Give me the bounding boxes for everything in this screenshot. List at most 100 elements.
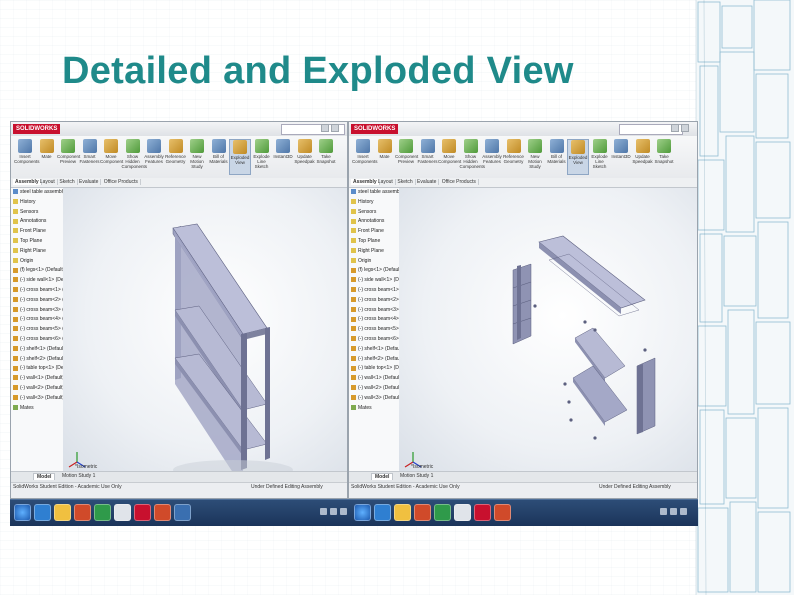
ribbon-button[interactable]: Instant3D [610,139,632,159]
ribbon-button[interactable]: Explode Line Sketch [589,139,611,169]
ribbon-button[interactable]: Component Preview [57,139,80,164]
maximize-button[interactable] [681,124,689,132]
tree-item[interactable]: (-) cross beam<1> (Def) [11,286,63,296]
ribbon-button[interactable]: Assembly Features [481,139,503,164]
ribbon-button[interactable]: Bill of Materials [208,139,230,164]
tree-item[interactable]: Sensors [349,208,399,218]
tray-icon[interactable] [340,508,347,515]
start-button-icon[interactable] [354,504,371,521]
tree-item[interactable]: (-) wall<1> (Default) [349,374,399,384]
ribbon-button[interactable]: Insert Components [352,139,378,164]
app-icon[interactable] [174,504,191,521]
app-icon[interactable] [154,504,171,521]
tray-icon[interactable] [660,508,667,515]
ribbon-button[interactable]: Take Snapshot [315,139,337,164]
start-button-icon[interactable] [14,504,31,521]
ribbon-button[interactable]: Update Speedpak [632,139,654,164]
ribbon-button[interactable]: New Motion Study [524,139,546,169]
tray-icon[interactable] [330,508,337,515]
ribbon-button[interactable]: Move Component [438,139,461,164]
tree-item[interactable]: Origin [11,257,63,267]
ribbon-button[interactable]: Insert Components [14,139,40,164]
tree-item[interactable]: Front Plane [349,227,399,237]
app-icon[interactable] [94,504,111,521]
tree-item[interactable]: (-) cross beam<3> (Def) [349,306,399,316]
solidworks-taskbar-icon[interactable] [134,504,151,521]
ribbon-button[interactable]: Show Hidden Components [122,139,147,169]
app-icon[interactable] [454,504,471,521]
tree-item[interactable]: Origin [349,257,399,267]
tree-item[interactable]: (-) cross beam<6> (Def) [349,335,399,345]
tree-item[interactable]: (-) cross beam<3> (Def) [11,306,63,316]
tree-item[interactable]: (-) cross beam<2> (Def) [349,296,399,306]
tree-item[interactable]: Top Plane [349,237,399,247]
tree-item[interactable]: (-) cross beam<4> (Def) [349,315,399,325]
ribbon-button[interactable]: Mate [374,139,396,159]
tree-item[interactable]: (-) shelf<1> (Default) [349,345,399,355]
ribbon-button[interactable]: Exploded View [567,139,589,175]
command-tab[interactable]: Office Products [440,179,479,185]
ribbon-button[interactable]: Bill of Materials [546,139,568,164]
tree-item[interactable]: Top Plane [11,237,63,247]
command-tab[interactable]: Layout [376,179,396,185]
browser-icon[interactable] [374,504,391,521]
tray-icon[interactable] [670,508,677,515]
ribbon-button[interactable]: Exploded View [229,139,251,175]
ribbon-button[interactable]: New Motion Study [186,139,208,169]
app-icon[interactable] [414,504,431,521]
tree-item[interactable]: (-) table top<1> (Def) [349,364,399,374]
ribbon-button[interactable]: Assembly Features [143,139,165,164]
tree-item[interactable]: (-) wall<2> (Default) [11,384,63,394]
command-tab[interactable]: Evaluate [415,179,440,185]
tree-item[interactable]: (-) side wall<1> (Def) [11,276,63,286]
graphics-area[interactable]: *Isometric [63,188,347,472]
app-icon[interactable] [494,504,511,521]
ribbon-button[interactable]: Smart Fasteners [79,139,101,164]
command-tab[interactable]: Sketch [395,179,416,185]
tree-item[interactable]: Right Plane [11,247,63,257]
graphics-area[interactable]: *Isometric [399,188,697,472]
tree-item[interactable]: (-) shelf<2> (Default) [349,355,399,365]
tree-item[interactable]: Annotations [349,217,399,227]
tree-item[interactable]: Front Plane [11,227,63,237]
tab-model[interactable]: Model [371,473,394,480]
tree-item[interactable]: Mates [349,404,399,414]
tree-item[interactable]: History [349,198,399,208]
ribbon-button[interactable]: Take Snapshot [653,139,675,164]
tree-item[interactable]: (-) cross beam<6> (Def) [11,335,63,345]
app-icon[interactable] [434,504,451,521]
tree-item[interactable]: (-) wall<1> (Default) [11,374,63,384]
app-icon[interactable] [114,504,131,521]
tree-item[interactable]: steel table assembly (Default) [11,188,63,198]
ribbon-button[interactable]: Mate [36,139,58,159]
tab-motion-study[interactable]: Motion Study 1 [397,473,436,479]
ribbon-button[interactable]: Smart Fasteners [417,139,439,164]
tree-item[interactable]: (-) side wall<1> (Def) [349,276,399,286]
ribbon-button[interactable]: Instant3D [272,139,294,159]
tree-item[interactable]: Mates [11,404,63,414]
ribbon-button[interactable]: Reference Geometry [503,139,525,164]
tree-item[interactable]: (-) cross beam<1> (Def) [349,286,399,296]
tree-item[interactable]: (-) shelf<1> (Default) [11,345,63,355]
browser-icon[interactable] [34,504,51,521]
tree-item[interactable]: (f) legs<1> (Default) [11,266,63,276]
tree-item[interactable]: steel table assembly (Default) [349,188,399,198]
tab-motion-study[interactable]: Motion Study 1 [59,473,98,479]
command-tab[interactable]: Office Products [102,179,141,185]
minimize-button[interactable] [671,124,679,132]
folder-icon[interactable] [394,504,411,521]
ribbon-button[interactable]: Move Component [100,139,123,164]
ribbon-button[interactable]: Show Hidden Components [460,139,485,169]
command-tab[interactable]: Evaluate [77,179,102,185]
ribbon-button[interactable]: Reference Geometry [165,139,187,164]
tree-item[interactable]: (-) table top<1> (Def) [11,364,63,374]
ribbon-button[interactable]: Explode Line Sketch [251,139,273,169]
tree-item[interactable]: (-) cross beam<5> (Def) [11,325,63,335]
tree-item[interactable]: Sensors [11,208,63,218]
folder-icon[interactable] [54,504,71,521]
tray-icon[interactable] [680,508,687,515]
tray-icon[interactable] [320,508,327,515]
tree-item[interactable]: Right Plane [349,247,399,257]
minimize-button[interactable] [321,124,329,132]
tree-item[interactable]: (-) wall<3> (Default) [349,394,399,404]
